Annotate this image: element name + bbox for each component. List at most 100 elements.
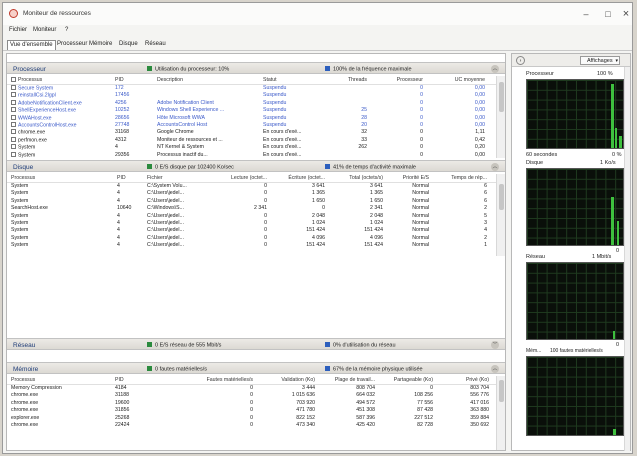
memory-scrollbar[interactable] <box>496 376 505 450</box>
tab-network[interactable]: Réseau <box>143 40 168 50</box>
close-button[interactable]: × <box>615 7 637 21</box>
table-row[interactable]: System 4 C:\Users\jedel... 0 151 424 151 424 N… <box>7 242 496 249</box>
menu-file[interactable]: Fichier <box>9 27 27 33</box>
column-header[interactable]: Processus <box>11 376 111 385</box>
cpu-section-header[interactable]: Processeur Utilisation du processeur: 10… <box>7 62 505 74</box>
row-checkbox[interactable] <box>11 114 16 120</box>
column-header[interactable]: Partageable (Ko) <box>379 376 433 385</box>
table-cell-text: 2 048 <box>370 212 383 219</box>
row-checkbox[interactable] <box>11 107 16 113</box>
cpu-graph <box>526 79 624 149</box>
column-header[interactable]: PID <box>115 376 155 385</box>
memory-collapse-button[interactable]: ︿ <box>491 365 499 373</box>
column-header[interactable]: Processus <box>11 174 101 183</box>
column-header[interactable]: Privé (Ko) <box>437 376 489 385</box>
disk-section-header[interactable]: Disque 0 E/S disque par 102400 Ko/sec 41… <box>7 160 505 172</box>
table-cell-text: NT Kernel & System <box>157 144 204 151</box>
column-header-label: Processus <box>11 175 36 181</box>
views-dropdown[interactable]: Affichages ▾ <box>580 56 620 65</box>
column-header[interactable]: Écriture (octet... <box>269 174 325 183</box>
table-row[interactable]: System 4 NT Kernel & System En cours d'exé.… <box>7 144 496 151</box>
table-row[interactable]: SearchHost.exe 10640 C:\Windows\S... 2 341 0… <box>7 205 496 212</box>
row-checkbox[interactable] <box>11 129 16 135</box>
network-section-header[interactable]: Réseau 0 E/S réseau de 555 Mbit/s 0% d'u… <box>7 338 505 350</box>
cpu-collapse-button[interactable]: ︿ <box>491 65 499 73</box>
column-header[interactable]: Threads <box>317 76 367 85</box>
table-row[interactable]: chrome.exe 19600 0 703 920 494 572 77 556 417 … <box>7 400 496 407</box>
tab-cpu[interactable]: Processeur <box>55 40 89 50</box>
table-cell: 28656 <box>115 115 145 122</box>
sidebar-scrollbar[interactable] <box>624 67 630 451</box>
tab-memory[interactable]: Mémoire <box>87 40 114 50</box>
table-row[interactable]: perfmon.exe 4312 Moniteur de ressources et… <box>7 136 496 144</box>
table-row[interactable]: Secure System 172 Suspendu 0 0,00 <box>7 85 496 92</box>
column-header[interactable]: Processeur <box>373 76 423 85</box>
cpu-scroll-thumb[interactable] <box>499 82 504 112</box>
select-all-checkbox[interactable] <box>11 76 16 82</box>
table-row[interactable]: reinstallCsi.2lgpl 17456 Suspendu 0 0,00 <box>7 92 496 99</box>
column-header[interactable]: Priorité E/S <box>385 174 429 183</box>
table-cell-text: 77 556 <box>417 399 433 406</box>
cpu-scrollbar[interactable] <box>496 76 505 158</box>
column-header[interactable]: Fichier <box>147 174 209 183</box>
row-checkbox[interactable] <box>11 151 16 157</box>
table-row[interactable]: System 4 C:\Users\jedel... 0 2 048 2 048 Norma… <box>7 213 496 220</box>
table-row[interactable]: System 4 C:\Users\jedel... 0 1 024 1 024 Norma… <box>7 220 496 227</box>
column-header[interactable]: Processus <box>11 76 111 85</box>
memory-section-header[interactable]: Mémoire 0 fautes matérielles/s 67% de la… <box>7 362 505 374</box>
column-header[interactable]: Plage de travail... <box>319 376 375 385</box>
column-header[interactable]: Temps de rép... <box>431 174 487 183</box>
tab-disk[interactable]: Disque <box>117 40 140 50</box>
table-row[interactable]: chrome.exe 22424 0 473 340 425 420 82 728 350 … <box>7 422 496 429</box>
table-row[interactable]: Memory Compression 4184 0 3 444 808 704 0 803 … <box>7 385 496 392</box>
column-header[interactable]: PID <box>117 174 143 183</box>
table-row[interactable]: System 4 C:\Users\jedel... 0 4 096 4 096 Norma… <box>7 235 496 242</box>
table-cell: C:\System Volu... <box>147 183 209 190</box>
table-row[interactable]: chrome.exe 31168 Google Chrome En cours d'e… <box>7 129 496 136</box>
menu-monitor[interactable]: Moniteur <box>33 27 56 33</box>
row-checkbox[interactable] <box>11 99 16 105</box>
menu-help[interactable]: ? <box>65 27 68 33</box>
table-row[interactable]: AccountsControlHost.exe 27748 AccountsCont… <box>7 121 496 129</box>
table-row[interactable]: System 4 C:\System Volu... 0 3 641 3 641 Norma… <box>7 183 496 190</box>
cpu-usage: Utilisation du processeur: 10% <box>147 66 229 73</box>
table-cell-text: 108 256 <box>414 392 433 399</box>
tab-overview[interactable]: Vue d'ensemble <box>7 40 56 50</box>
minimize-button[interactable]: – <box>575 7 597 21</box>
table-row[interactable]: chrome.exe 31188 0 1 015 636 664 032 108 256 5… <box>7 392 496 399</box>
table-row[interactable]: System 29356 Processus inactif du... En cou… <box>7 151 496 158</box>
column-header[interactable]: Validation (Ko) <box>257 376 315 385</box>
column-header[interactable]: Fautes matérielles/s <box>177 376 253 385</box>
table-row[interactable]: chrome.exe 31856 0 471 780 451 308 87 428 363 … <box>7 407 496 414</box>
table-row[interactable]: AdobeNotificationClient.exe 4256 Adobe Not… <box>7 99 496 107</box>
disk-active: 41% de temps d'activité maximale <box>325 164 416 171</box>
table-row[interactable]: explorer.exe 25268 0 822 152 587 396 227 512 3… <box>7 415 496 422</box>
table-row[interactable]: System 4 C:\Users\jedel... 0 1 650 1 650 Norma… <box>7 198 496 205</box>
column-header[interactable]: PID <box>115 76 145 85</box>
table-cell-text: Windows Shell Experience ... <box>157 107 225 114</box>
column-header[interactable]: Total (octets/s) <box>327 174 383 183</box>
disk-scrollbar[interactable] <box>496 174 505 256</box>
table-row[interactable]: ShellExperienceHost.exe 10252 Windows Shel… <box>7 107 496 114</box>
table-row[interactable]: System 4 C:\Users\jedel... 0 151 424 151 424 N… <box>7 227 496 234</box>
disk-scroll-thumb[interactable] <box>499 184 504 210</box>
row-checkbox[interactable] <box>11 121 16 127</box>
graphs-sidebar: › Affichages ▾ Processeur 100 % 60 second… <box>511 53 631 451</box>
table-cell-text: 0 <box>264 234 267 241</box>
table-cell-text: System <box>11 227 29 234</box>
table-row[interactable]: WWAHost.exe 28656 Hôte Microsoft WWA Suspen… <box>7 114 496 122</box>
disk-collapse-button[interactable]: ︿ <box>491 163 499 171</box>
column-header[interactable]: UC moyenne <box>427 76 485 85</box>
network-expand-button[interactable]: ﹀ <box>491 341 499 349</box>
table-row[interactable]: System 4 C:\Users\jedel... 0 1 365 1 365 Norma… <box>7 190 496 197</box>
column-header[interactable]: Lecture (octet... <box>211 174 267 183</box>
row-checkbox[interactable] <box>11 85 16 90</box>
column-header[interactable]: Description <box>157 76 257 85</box>
table-cell: System <box>11 235 101 242</box>
row-checkbox[interactable] <box>11 92 16 98</box>
expand-arrow-icon[interactable]: › <box>516 56 525 65</box>
row-checkbox[interactable] <box>11 144 16 150</box>
row-checkbox[interactable] <box>11 136 16 142</box>
table-cell-text: Suspendu <box>263 114 287 121</box>
memory-scroll-thumb[interactable] <box>499 380 504 402</box>
